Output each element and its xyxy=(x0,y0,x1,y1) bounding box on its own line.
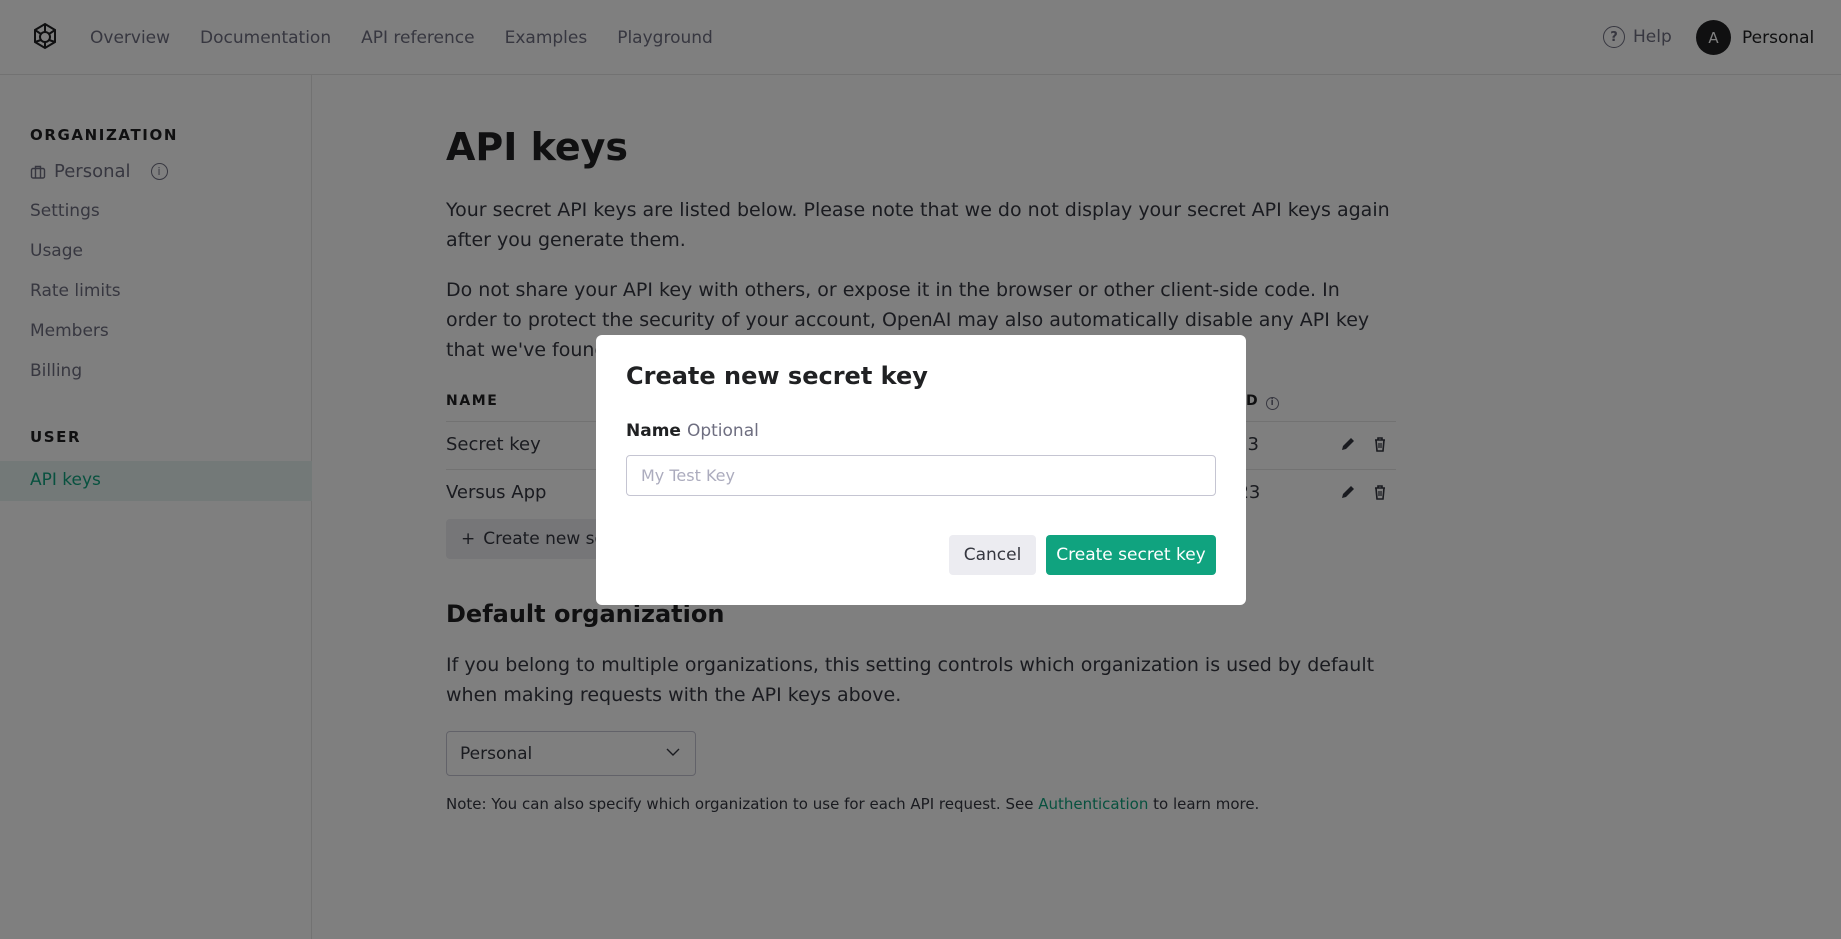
name-field-label: Name Optional xyxy=(626,421,759,441)
dialog-title: Create new secret key xyxy=(626,362,928,390)
create-key-dialog: Create new secret key NameOptional Cance… xyxy=(596,335,1246,605)
cancel-button[interactable]: Cancel xyxy=(949,535,1036,575)
key-name-input[interactable] xyxy=(626,455,1216,496)
optional-hint: Optional xyxy=(686,421,759,441)
create-secret-key-button[interactable]: Create secret key xyxy=(1046,535,1216,575)
